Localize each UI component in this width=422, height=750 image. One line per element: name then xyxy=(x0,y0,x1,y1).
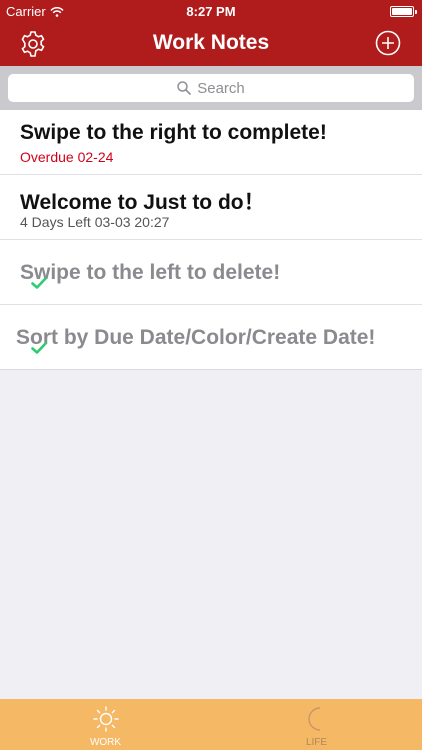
note-title: Sort by Due Date/Color/Create Date! xyxy=(16,326,376,349)
tab-bar: WORK LIFE xyxy=(0,699,422,750)
search-input[interactable]: Search xyxy=(8,74,414,102)
note-row-completed[interactable]: Sort by Due Date/Color/Create Date! xyxy=(0,305,422,370)
moon-icon xyxy=(307,707,320,731)
notes-list: Swipe to the right to complete! Overdue … xyxy=(0,110,422,370)
note-row[interactable]: Welcome to Just to do！ 4 Days Left 03-03… xyxy=(0,175,422,240)
status-bar: Carrier 8:27 PM xyxy=(0,0,422,22)
note-title: Swipe to the right to complete! xyxy=(20,121,327,144)
tab-work-label: WORK xyxy=(89,737,122,748)
checkmark-icon xyxy=(31,342,47,354)
search-icon xyxy=(177,81,192,95)
page-title: Work Notes xyxy=(152,31,270,54)
sun-icon xyxy=(92,706,119,732)
battery-icon xyxy=(390,6,417,17)
note-row-completed[interactable]: Swipe to the left to delete! xyxy=(0,240,422,305)
search-placeholder: Search xyxy=(197,79,245,97)
tab-life[interactable]: LIFE xyxy=(211,699,422,750)
note-due-status: 4 Days Left 03-03 20:27 xyxy=(20,214,170,230)
note-row[interactable]: Swipe to the right to complete! Overdue … xyxy=(0,110,422,175)
nav-bar: Work Notes xyxy=(0,22,422,66)
add-circle-icon[interactable] xyxy=(375,30,401,56)
tab-work[interactable]: WORK xyxy=(0,699,211,750)
note-title: Welcome to Just to do！ xyxy=(20,191,265,214)
tab-life-label: LIFE xyxy=(305,737,328,748)
top-bar: Carrier 8:27 PM Work Notes xyxy=(0,0,422,66)
note-due-status: Overdue 02-24 xyxy=(20,149,114,165)
search-container: Search xyxy=(0,66,422,110)
status-time: 8:27 PM xyxy=(186,4,236,19)
checkmark-icon xyxy=(31,277,47,289)
note-title: Swipe to the left to delete! xyxy=(20,261,281,284)
